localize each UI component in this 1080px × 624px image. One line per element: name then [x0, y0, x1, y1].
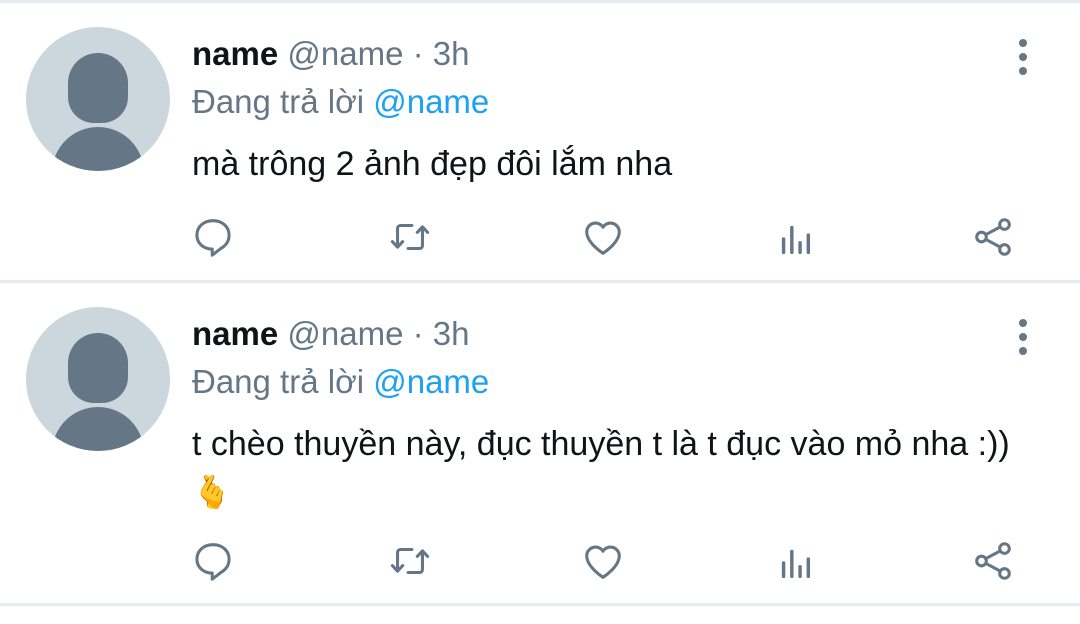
share-icon	[975, 542, 1011, 580]
reply-context: Đang trả lời @name	[192, 81, 489, 123]
analytics-icon	[781, 225, 811, 255]
reply-context: Đang trả lời @name	[192, 361, 489, 403]
display-name[interactable]: name	[192, 315, 278, 352]
display-name[interactable]: name	[192, 35, 278, 72]
retweet-button[interactable]	[385, 212, 435, 262]
like-button[interactable]	[578, 212, 628, 262]
reply-icon	[195, 219, 231, 257]
reply-prefix: Đang trả lời	[192, 83, 365, 120]
timestamp[interactable]: 3h	[433, 315, 470, 352]
avatar-body	[52, 407, 144, 451]
reply-button[interactable]	[188, 536, 238, 586]
finger-heart-emoji-icon: 🫰	[192, 474, 232, 510]
reply-button[interactable]	[188, 212, 238, 262]
tweet-header: name @name · 3h	[192, 33, 470, 75]
more-options-icon[interactable]	[1008, 317, 1038, 357]
tweet-text-content: t chèo thuyền này, đục thuyền t là t đục…	[192, 425, 1010, 463]
more-options-icon[interactable]	[1008, 37, 1038, 77]
reply-mention-link[interactable]: @name	[373, 83, 489, 120]
tweet-actions	[0, 536, 1080, 586]
tweet-text-content: mà trông 2 ảnh đẹp đôi lắm nha	[192, 145, 673, 183]
avatar-head	[68, 333, 128, 403]
like-icon	[585, 545, 621, 579]
share-button[interactable]	[968, 536, 1018, 586]
tweet-text: mà trông 2 ảnh đẹp đôi lắm nha	[192, 141, 1032, 187]
share-icon	[975, 218, 1011, 256]
avatar-body	[52, 127, 144, 171]
tweet-actions	[0, 212, 1080, 262]
divider-bottom	[0, 603, 1080, 606]
retweet-button[interactable]	[385, 536, 435, 586]
tweet-header: name @name · 3h	[192, 313, 470, 355]
analytics-icon	[781, 549, 811, 579]
reply-mention-link[interactable]: @name	[373, 363, 489, 400]
separator: ·	[412, 35, 424, 72]
like-icon	[585, 221, 621, 255]
retweet-icon	[390, 223, 430, 251]
reply-prefix: Đang trả lời	[192, 363, 365, 400]
avatar[interactable]	[26, 307, 170, 451]
share-button[interactable]	[968, 212, 1018, 262]
separator: ·	[412, 315, 424, 352]
user-handle[interactable]: @name	[287, 35, 403, 72]
timestamp[interactable]: 3h	[433, 35, 470, 72]
user-handle[interactable]: @name	[287, 315, 403, 352]
reply-icon	[195, 543, 231, 581]
tweet-text: t chèo thuyền này, đục thuyền t là t đục…	[192, 421, 1032, 515]
avatar[interactable]	[26, 27, 170, 171]
retweet-icon	[390, 547, 430, 575]
avatar-head	[68, 53, 128, 123]
like-button[interactable]	[578, 536, 628, 586]
analytics-button[interactable]	[772, 212, 822, 262]
analytics-button[interactable]	[772, 536, 822, 586]
tweet[interactable]: name @name · 3h Đang trả lời @name t chè…	[0, 283, 1080, 561]
